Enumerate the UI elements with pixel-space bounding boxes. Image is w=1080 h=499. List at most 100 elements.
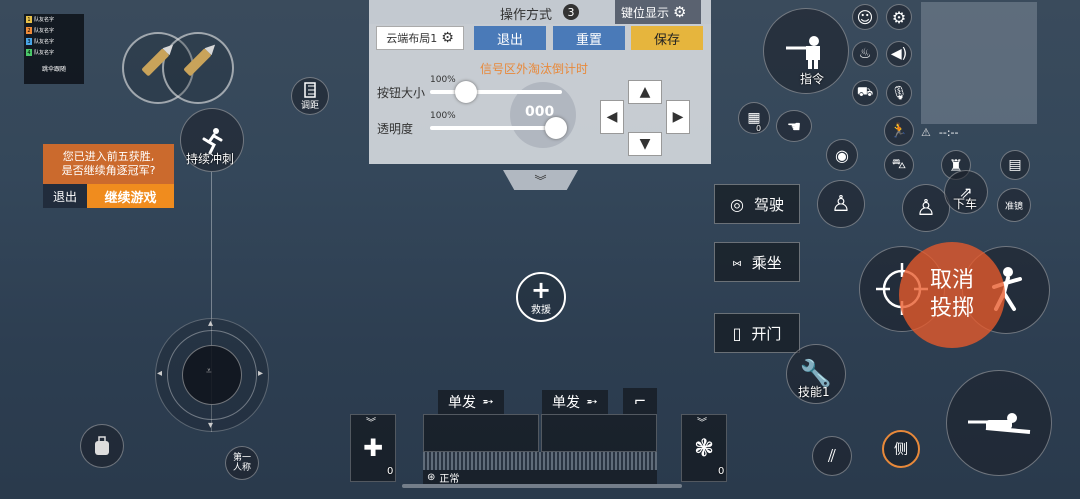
ammo-bar	[423, 452, 657, 470]
cancel-throw-button[interactable]: 取消 投掷	[899, 242, 1005, 348]
prone-button[interactable]	[946, 370, 1052, 476]
minimap-status: ⚠ --:--	[921, 125, 959, 139]
lean-left-button[interactable]: ♙	[817, 180, 865, 228]
shop-button[interactable]: ⛍	[884, 150, 914, 180]
open-door-button[interactable]: ▯ 开门	[714, 313, 800, 353]
arrow-down-icon: ▼	[639, 136, 651, 152]
panel-exit-button[interactable]: 退出	[474, 26, 546, 50]
first-person-button[interactable]: 第一 人称	[225, 446, 259, 480]
sprint-toggle-button[interactable]: 🏃	[884, 116, 914, 146]
drive-button[interactable]: ◎ 驾驶	[714, 184, 800, 224]
opacity-value: 100%	[430, 111, 456, 121]
bullets-icon: ⫽	[827, 445, 837, 467]
speaker-icon: ◀)	[890, 46, 908, 62]
lean-right-button[interactable]: ♙	[902, 184, 950, 232]
steering-wheel-icon: ◎	[730, 194, 744, 214]
side-aim-button[interactable]: 侧	[882, 430, 920, 468]
prompt-exit-button[interactable]: 退出	[43, 184, 87, 208]
layout-select[interactable]: 云端布局1 ⚙	[376, 26, 464, 50]
panel-title: 操作方式	[500, 8, 553, 23]
move-right-button[interactable]: ▶	[666, 100, 690, 134]
medkit-count: 0	[387, 466, 394, 477]
collapse-panel-button[interactable]: ︾	[503, 170, 578, 190]
backpack-icon	[95, 436, 109, 455]
peek-view-button[interactable]: ◉	[826, 139, 858, 171]
smile-icon: ☺	[856, 7, 874, 27]
weapon-slot-1[interactable]	[423, 414, 539, 452]
move-up-button[interactable]: ▲	[628, 80, 662, 104]
chat-button[interactable]: ▤	[1000, 150, 1030, 180]
gear-icon: ⚙	[673, 3, 687, 21]
opacity-label: 透明度	[377, 122, 414, 136]
sprint-label: 持续冲刺	[186, 152, 235, 166]
weapon1-fire-mode[interactable]: 单发 ➵	[438, 390, 504, 414]
soldier-aim-icon	[786, 36, 820, 69]
prompt-continue-button[interactable]: 继续游戏	[87, 184, 174, 208]
weapon-slot-2[interactable]	[541, 414, 657, 452]
running-icon: 🏃	[890, 123, 908, 139]
medkit-icon: ✚	[362, 434, 384, 462]
arrow-left-icon: ◀	[606, 109, 618, 125]
button-size-slider[interactable]	[430, 90, 562, 94]
signal-countdown-text: 信号区外淘汰倒计时	[480, 62, 589, 76]
panel-badge: 3	[563, 4, 579, 20]
skill-label: 技能1	[798, 385, 830, 399]
home-indicator	[402, 484, 682, 488]
team-member: 3 队友名字	[26, 38, 55, 45]
move-down-button[interactable]: ▼	[628, 132, 662, 156]
move-left-button[interactable]: ◀	[600, 100, 624, 134]
adjust-distance-button[interactable]: 调距	[291, 77, 329, 115]
gear-icon: ⚙	[441, 30, 454, 46]
speaker-button[interactable]: ◀)	[886, 41, 912, 67]
arrow-down-icon: ▾	[208, 420, 214, 431]
exit-vehicle-label: 下车	[953, 197, 978, 211]
scope-button[interactable]: 准镜	[997, 188, 1031, 222]
bullet-icon	[142, 44, 216, 76]
minimap[interactable]	[921, 2, 1037, 124]
prompt-text: 您已进入前五获胜, 是否继续角逐冠军?	[43, 144, 174, 184]
chevron-down-icon: ︾	[697, 418, 707, 429]
emote-button[interactable]: ☺	[852, 4, 878, 30]
door-icon: ▯	[732, 323, 742, 343]
layout-settings-panel: 操作方式 3 键位显示 ⚙ 云端布局1 ⚙ 退出 重置 保存 信号区外淘汰倒计时…	[369, 0, 711, 164]
arrow-right-icon: ▶	[672, 109, 684, 125]
vehicle-mark-button[interactable]: ⛟	[852, 80, 878, 106]
plus-icon: +	[530, 275, 552, 304]
team-member: 1 队友名字	[26, 16, 55, 23]
chat-icon: ▤	[1008, 157, 1022, 173]
chevron-down-icon: ︾	[366, 418, 376, 429]
car-icon: ⛟	[856, 84, 874, 100]
opacity-slider[interactable]	[430, 126, 562, 130]
arrow-right-icon: ▸	[258, 368, 264, 379]
backpack-button[interactable]	[80, 424, 124, 468]
ruler-icon	[304, 81, 316, 98]
hand-button[interactable]: ☚	[776, 110, 812, 142]
microphone-button[interactable]: 🎙	[886, 80, 912, 106]
items-button[interactable]: ▦	[738, 102, 770, 134]
lean-left-icon: ♙	[831, 191, 851, 217]
rescue-button[interactable]: + 救援	[516, 272, 566, 322]
arrow-up-icon: ▲	[639, 84, 651, 100]
extinguisher-button[interactable]: ♨	[852, 41, 878, 67]
pistol-slot[interactable]: ⌐	[623, 388, 657, 414]
reload-button[interactable]: ⫽	[812, 436, 852, 476]
button-size-slider-knob[interactable]	[455, 81, 477, 103]
command-label: 指令	[800, 72, 825, 86]
key-display-toggle[interactable]: 键位显示 ⚙	[615, 0, 701, 24]
ride-button[interactable]: ⑅ 乘坐	[714, 242, 800, 282]
seat-icon: ⑅	[732, 252, 742, 272]
button-size-value: 100%	[430, 75, 456, 85]
panel-save-button[interactable]: 保存	[631, 26, 703, 50]
bullet-burst-icon: ➵	[586, 394, 598, 410]
team-list: 1 队友名字 2 队友名字 3 队友名字 4 队友名字 跳伞跟随	[24, 14, 84, 84]
joystick-knob[interactable]	[182, 345, 242, 405]
settings-button[interactable]: ⚙	[886, 4, 912, 30]
microphone-icon: 🎙	[890, 85, 908, 101]
panel-reset-button[interactable]: 重置	[553, 26, 625, 50]
weapon2-fire-mode[interactable]: 单发 ➵	[542, 390, 608, 414]
opacity-slider-knob[interactable]	[545, 117, 567, 139]
hand-icon: ☚	[786, 116, 802, 136]
joystick-center-icon: ⩡	[206, 366, 212, 377]
status-bar: ⊛ 正常	[423, 470, 657, 485]
pistol-icon: ⌐	[633, 392, 647, 410]
